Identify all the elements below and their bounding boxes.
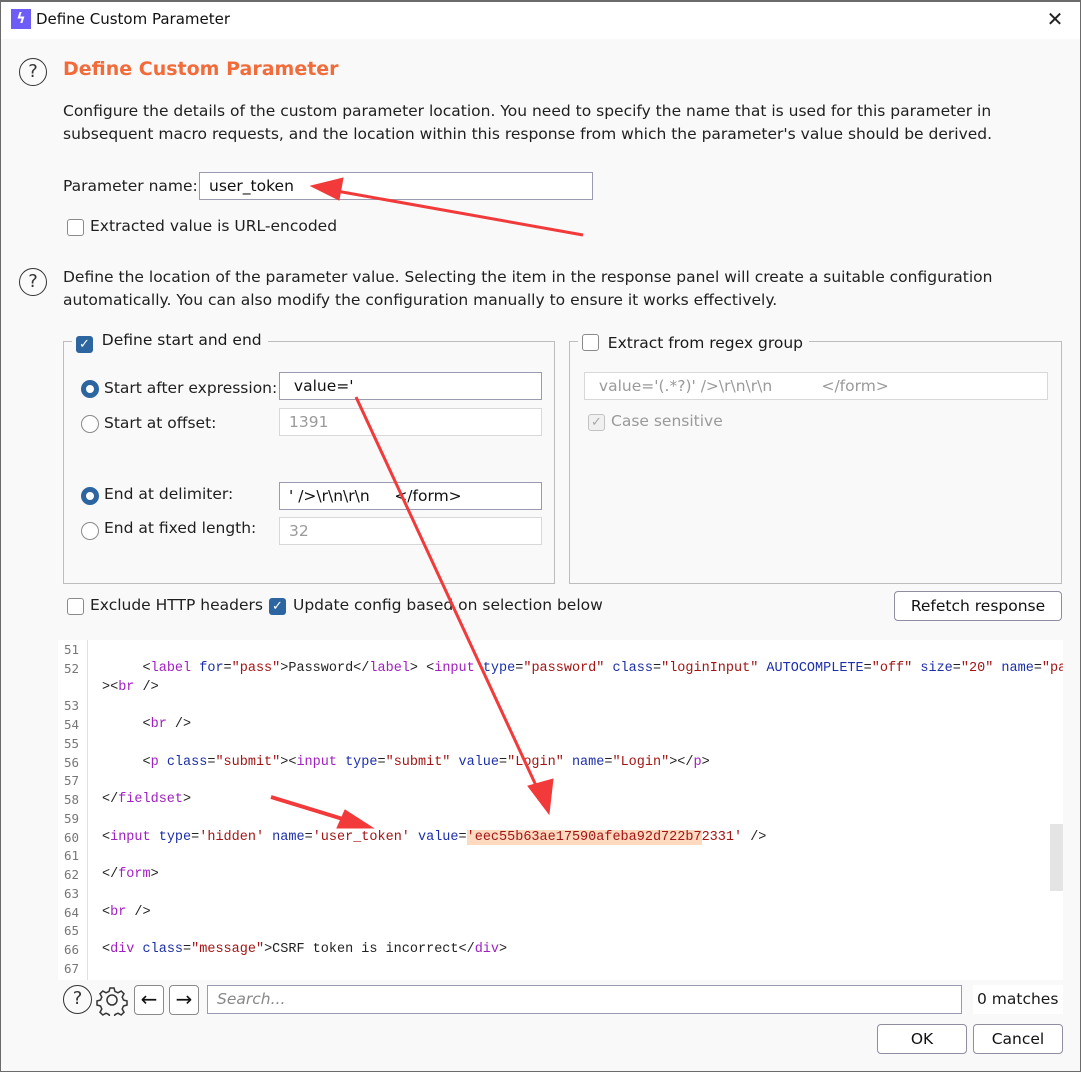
ok-button[interactable]: OK (877, 1024, 967, 1054)
line-number: 67 (64, 960, 80, 976)
refetch-response-button[interactable]: Refetch response (894, 591, 1062, 621)
code-line: ><br /> (102, 679, 159, 695)
start-after-label: Start after expression: (104, 379, 278, 397)
line-number: 55 (64, 735, 80, 751)
start-after-radio[interactable] (81, 380, 99, 398)
line-number: 56 (64, 754, 80, 770)
end-fixed-length-input[interactable]: 32 (279, 517, 542, 545)
lightning-bolt-icon: ϟ (11, 9, 31, 29)
editor-scrollbar-track[interactable] (1063, 640, 1077, 980)
editor-scrollbar-thumb[interactable] (1050, 824, 1063, 891)
line-number: 58 (64, 792, 80, 807)
end-delimiter-label: End at delimiter: (104, 485, 234, 503)
end-delimiter-input[interactable]: ' />\r\n\r\n </form> (279, 482, 542, 510)
line-number: 62 (64, 867, 80, 882)
code-line: <input type='hidden' name='user_token' v… (102, 829, 767, 845)
regex-checkbox[interactable] (582, 334, 599, 351)
search-input[interactable]: Search... (207, 985, 962, 1014)
code-line: <p class="submit"><input type="submit" v… (102, 754, 710, 770)
line-number: 53 (64, 698, 80, 714)
match-count: 0 matches (973, 985, 1063, 1014)
define-start-end-label: Define start and end (101, 331, 262, 349)
parameter-name-input[interactable]: user_token (199, 172, 593, 200)
line-number: 66 (64, 942, 80, 957)
line-number: 63 (64, 885, 80, 901)
exclude-headers-label: Exclude HTTP headers (90, 596, 263, 614)
arrow-right-icon[interactable]: → (169, 985, 199, 1015)
update-config-label: Update config based on selection below (293, 596, 603, 614)
window-title: Define Custom Parameter (36, 10, 231, 28)
end-fixed-length-label: End at fixed length: (104, 519, 257, 537)
line-number: 54 (64, 717, 80, 732)
header-description: Configure the details of the custom para… (63, 102, 993, 143)
line-number: 64 (64, 904, 80, 920)
start-offset-radio[interactable] (81, 415, 99, 433)
line-number: 61 (64, 848, 80, 864)
cancel-button[interactable]: Cancel (973, 1024, 1063, 1054)
start-end-legend: ✓ Define start and end (72, 331, 268, 353)
url-encoded-label: Extracted value is URL-encoded (90, 217, 338, 235)
location-help-icon[interactable]: ? (19, 268, 47, 296)
close-icon[interactable]: ✕ (1044, 8, 1066, 30)
gear-icon[interactable] (96, 984, 128, 1019)
exclude-headers-checkbox[interactable] (67, 598, 84, 615)
regex-input[interactable]: value='(.*?)' />\r\n\r\n </form> (584, 372, 1048, 400)
code-line: <br /> (102, 717, 192, 732)
page-title: Define Custom Parameter (63, 58, 339, 80)
start-offset-input[interactable]: 1391 (279, 408, 542, 436)
url-encoded-checkbox[interactable] (67, 219, 84, 236)
code-line: <div class="message">CSRF token is incor… (102, 942, 508, 957)
end-delimiter-radio[interactable] (81, 487, 99, 505)
code-line: </fieldset> (102, 792, 192, 807)
line-number: 59 (64, 810, 80, 826)
arrow-left-icon[interactable]: ← (134, 985, 164, 1015)
search-help-icon[interactable]: ? (63, 985, 92, 1014)
line-number: 57 (64, 773, 80, 789)
line-number: 65 (64, 923, 80, 939)
line-number: 51 (64, 642, 80, 657)
help-icon[interactable]: ? (19, 58, 47, 86)
line-number: 52 (64, 660, 80, 676)
location-description: Define the location of the parameter val… (63, 268, 993, 309)
dialog-window: ϟ Define Custom Parameter ✕ ? Define Cus… (0, 0, 1081, 1072)
code-line: <label for="pass">Password</label> <inpu… (142, 660, 1063, 676)
code-line: </form> (102, 867, 159, 882)
start-offset-label: Start at offset: (104, 414, 217, 432)
parameter-name-label: Parameter name: (63, 177, 198, 195)
response-editor[interactable]: 51 52 <label for="pass">Password</label> … (58, 640, 1063, 980)
end-fixed-length-radio[interactable] (81, 522, 99, 540)
case-sensitive-checkbox[interactable]: ✓ (588, 414, 605, 431)
start-after-input[interactable]: value=' (279, 372, 542, 400)
update-config-checkbox[interactable]: ✓ (269, 598, 286, 615)
case-sensitive-label: Case sensitive (611, 412, 723, 430)
code-line: <br /> (102, 904, 151, 920)
line-number: 60 (64, 829, 80, 845)
regex-label: Extract from regex group (607, 334, 804, 352)
regex-legend: Extract from regex group (578, 331, 810, 352)
title-bar: ϟ Define Custom Parameter ✕ (1, 2, 1080, 39)
define-start-end-checkbox[interactable]: ✓ (76, 336, 93, 353)
